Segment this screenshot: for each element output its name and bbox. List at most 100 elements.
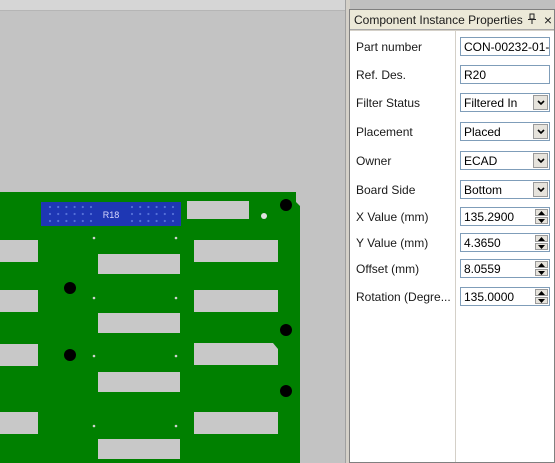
chevron-down-icon[interactable] bbox=[533, 124, 548, 139]
y-value: 4.3650 bbox=[464, 236, 501, 250]
pcb-board[interactable]: R18 bbox=[0, 192, 300, 463]
connector-r18[interactable]: R18 bbox=[41, 202, 181, 226]
property-label: X Value (mm) bbox=[356, 210, 429, 224]
connector-pin bbox=[155, 205, 158, 209]
board-side-select[interactable]: Bottom bbox=[460, 180, 550, 199]
placement-value: Placed bbox=[464, 125, 501, 139]
pad bbox=[98, 254, 180, 274]
owner-select[interactable]: ECAD bbox=[460, 151, 550, 170]
property-label: Filter Status bbox=[356, 96, 421, 110]
connector-pin bbox=[139, 219, 142, 223]
connector-pin bbox=[65, 212, 68, 216]
property-label: Offset (mm) bbox=[356, 262, 420, 276]
connector-pin bbox=[171, 219, 175, 223]
connector-label: R18 bbox=[103, 210, 120, 220]
connector-pin bbox=[139, 212, 142, 216]
spin-up-icon[interactable] bbox=[535, 235, 548, 242]
property-label: Ref. Des. bbox=[356, 68, 407, 82]
pin-icon[interactable] bbox=[525, 13, 539, 27]
spin-up-icon[interactable] bbox=[535, 209, 548, 216]
ref-des-field[interactable]: R20 bbox=[460, 65, 550, 84]
x-value: 135.2900 bbox=[464, 210, 515, 224]
spin-up-icon[interactable] bbox=[535, 289, 548, 296]
spin-up-icon[interactable] bbox=[535, 261, 548, 268]
property-row-filter-status: Filter Status Filtered In bbox=[350, 89, 554, 117]
pad bbox=[98, 439, 180, 459]
property-row-board-side: Board Side Bottom bbox=[350, 176, 554, 204]
spin-down-icon[interactable] bbox=[535, 297, 548, 304]
spin-down-icon[interactable] bbox=[535, 217, 548, 224]
chevron-down-icon[interactable] bbox=[533, 153, 548, 168]
property-label: Placement bbox=[356, 125, 413, 139]
pad bbox=[98, 313, 180, 333]
hole bbox=[64, 282, 76, 294]
connector-pin bbox=[147, 219, 150, 223]
hole bbox=[261, 213, 267, 219]
property-row-placement: Placement Placed bbox=[350, 118, 554, 146]
property-label: Y Value (mm) bbox=[356, 236, 429, 250]
connector-pin bbox=[65, 219, 68, 223]
spin-down-icon[interactable] bbox=[535, 269, 548, 276]
hole bbox=[280, 324, 292, 336]
pad bbox=[187, 201, 249, 219]
pad bbox=[194, 240, 278, 262]
offset-stepper[interactable]: 8.0559 bbox=[460, 259, 550, 278]
connector-pin bbox=[65, 205, 68, 209]
connector-pin bbox=[163, 205, 166, 209]
pad bbox=[194, 412, 278, 434]
connector-pin bbox=[89, 205, 93, 209]
filter-status-select[interactable]: Filtered In bbox=[460, 93, 550, 112]
connector-pin bbox=[81, 205, 84, 209]
panel-title: Component Instance Properties bbox=[354, 12, 523, 27]
rotation-value: 135.0000 bbox=[464, 290, 515, 304]
offset-value: 8.0559 bbox=[464, 262, 501, 276]
placement-select[interactable]: Placed bbox=[460, 122, 550, 141]
connector-pin bbox=[163, 219, 166, 223]
connector-pin bbox=[57, 219, 60, 223]
hole bbox=[280, 385, 292, 397]
property-row-x-value: X Value (mm) 135.2900 bbox=[350, 203, 554, 231]
property-row-owner: Owner ECAD bbox=[350, 147, 554, 175]
chevron-down-icon[interactable] bbox=[533, 95, 548, 110]
connector-pin bbox=[81, 219, 84, 223]
pad bbox=[0, 240, 38, 262]
property-grid: Part number CON-00232-01-A- Ref. Des. R2… bbox=[350, 31, 554, 462]
close-icon[interactable]: × bbox=[541, 13, 555, 27]
x-value-stepper[interactable]: 135.2900 bbox=[460, 207, 550, 226]
component-instance-properties-panel: Component Instance Properties × Part num… bbox=[349, 9, 555, 463]
property-label: Part number bbox=[356, 40, 423, 54]
property-label: Owner bbox=[356, 154, 392, 168]
connector-pin bbox=[147, 212, 150, 216]
board-side-value: Bottom bbox=[464, 183, 503, 197]
pad bbox=[98, 372, 180, 392]
connector-pin bbox=[155, 212, 158, 216]
part-number-field[interactable]: CON-00232-01-A- bbox=[460, 37, 550, 56]
property-row-ref-des: Ref. Des. R20 bbox=[350, 61, 554, 89]
rotation-stepper[interactable]: 135.0000 bbox=[460, 287, 550, 306]
filter-status-value: Filtered In bbox=[464, 96, 518, 110]
y-value-stepper[interactable]: 4.3650 bbox=[460, 233, 550, 252]
spin-down-icon[interactable] bbox=[535, 243, 548, 250]
pad bbox=[194, 343, 278, 365]
connector-pin bbox=[171, 212, 175, 216]
connector-pin bbox=[130, 212, 134, 216]
pad bbox=[0, 412, 38, 434]
connector-pin bbox=[73, 219, 76, 223]
connector-pin bbox=[147, 205, 150, 209]
connector-pin bbox=[89, 212, 93, 216]
connector-pin bbox=[73, 205, 76, 209]
board-canvas[interactable]: R18 bbox=[0, 0, 345, 463]
hole bbox=[64, 349, 76, 361]
connector-pin bbox=[57, 205, 60, 209]
pad bbox=[0, 290, 38, 312]
chevron-down-icon[interactable] bbox=[533, 182, 548, 197]
canvas-top-edge bbox=[0, 0, 345, 11]
connector-pin bbox=[48, 205, 52, 209]
pad bbox=[0, 344, 38, 366]
connector-pin bbox=[139, 205, 142, 209]
connector-pin bbox=[89, 219, 93, 223]
property-label: Rotation (Degre... bbox=[356, 290, 451, 304]
connector-pin bbox=[73, 212, 76, 216]
hole bbox=[280, 199, 292, 211]
connector-pin bbox=[155, 219, 158, 223]
